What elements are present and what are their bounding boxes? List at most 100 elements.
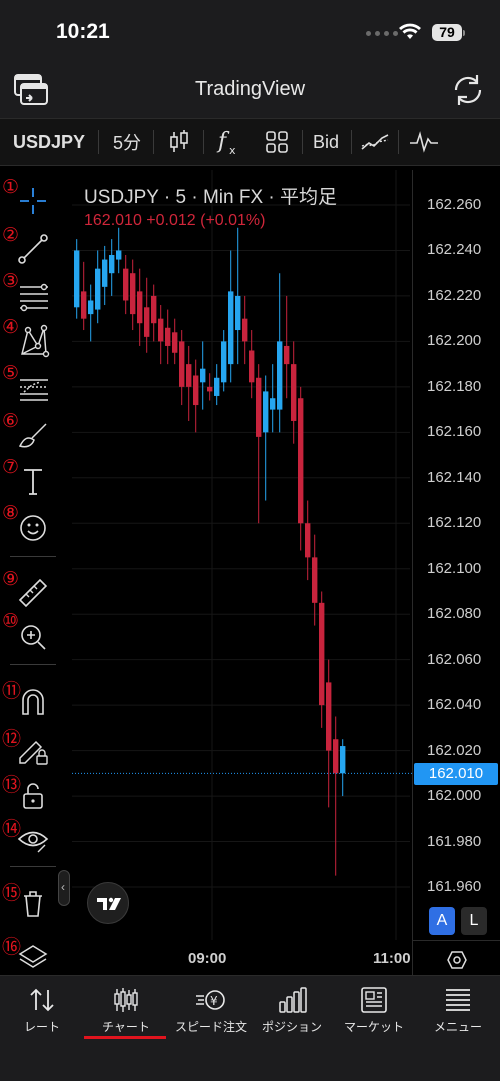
forecast-icon <box>20 379 48 401</box>
drawing-toolbar: ① ② ③ ④ ⑤ ⑥ ⑦ ⑧ ⑨ ⑩ ⑪ ⑫ ⑬ ⑭ ⑮ ⑯ <box>0 166 64 976</box>
tab-rate[interactable]: レート <box>0 986 84 1046</box>
layers-icon <box>18 945 48 968</box>
tab-position[interactable]: ポジション <box>250 986 334 1046</box>
chevron-left-icon: ‹ <box>61 880 65 894</box>
indicators-button[interactable]: f x <box>208 119 248 165</box>
log-scale-button[interactable]: L <box>461 907 487 935</box>
tool-magnet[interactable]: ⑪ <box>0 678 64 718</box>
price-tick-label: 162.220 <box>427 286 482 304</box>
trend-line-icon <box>18 234 48 264</box>
chart-legend-title: USDJPY · 5 · Min FX · 平均足 <box>84 187 338 208</box>
tab-label: ポジション <box>261 1020 322 1034</box>
price-tick-label: 162.000 <box>427 787 482 805</box>
price-tick-label: 162.160 <box>427 423 482 441</box>
tool-layers[interactable]: ⑯ <box>0 934 64 974</box>
tool-ruler[interactable]: ⑨ <box>0 568 64 610</box>
ruler-icon <box>18 578 48 608</box>
tool-trash[interactable]: ⑮ <box>0 880 64 920</box>
chart-toolbar: USDJPY 5分 f x Bid <box>0 118 500 166</box>
tool-crosshair[interactable]: ① <box>0 176 64 218</box>
lock-drawing-icon <box>19 740 48 765</box>
price-tick-label: 162.040 <box>427 696 482 714</box>
bottom-tab-bar: レート チャート ¥ スピード注文 ポジション マーケット メニュー <box>0 975 500 1081</box>
signal-dots-icon <box>366 31 398 36</box>
indicator-fx-icon: f x <box>216 129 236 157</box>
refresh-icon[interactable] <box>448 70 488 110</box>
indicator-template-button[interactable] <box>404 119 444 165</box>
tool-trend-line[interactable]: ② <box>0 224 64 266</box>
price-tick-label: 162.200 <box>427 332 482 350</box>
chart-candles-icon <box>114 988 138 1012</box>
tab-label: スピード注文 <box>174 1020 247 1034</box>
price-tick-label: 161.960 <box>427 878 482 895</box>
time-label: 09:00 <box>188 950 227 967</box>
compare-button[interactable] <box>356 119 394 165</box>
battery-icon: 79 <box>432 24 462 41</box>
axis-settings-area <box>412 940 500 976</box>
price-tick-label: 162.060 <box>427 650 482 668</box>
interval-button[interactable]: 5分 <box>104 119 150 165</box>
tv-logo-mark <box>97 897 121 910</box>
tool-divider <box>10 664 56 665</box>
pattern-icon <box>21 324 50 358</box>
price-tick-label: 162.080 <box>427 605 482 623</box>
tradingview-logo-icon[interactable] <box>87 882 129 924</box>
speed-order-icon: ¥ <box>196 990 225 1010</box>
tab-label: レート <box>23 1020 60 1034</box>
battery-tip <box>463 30 465 36</box>
active-tab-indicator <box>84 1036 166 1039</box>
chart-type-button[interactable] <box>158 119 200 165</box>
tool-divider <box>10 866 56 867</box>
price-tick-label: 162.100 <box>427 559 482 577</box>
magnet-icon <box>22 689 44 715</box>
svg-text:x: x <box>229 144 236 157</box>
toolbar-collapse-handle[interactable]: ‹ <box>58 870 70 906</box>
current-price-label: 162.010 <box>414 763 498 785</box>
price-tick-label: 162.140 <box>427 468 482 486</box>
text-icon <box>24 469 42 495</box>
tab-label: マーケット <box>343 1020 404 1034</box>
candlestick-icon <box>170 130 188 152</box>
price-tick-label: 162.180 <box>427 377 482 395</box>
zoom-in-icon <box>21 625 46 650</box>
tab-market[interactable]: マーケット <box>332 986 416 1046</box>
tab-speed-order[interactable]: ¥ スピード注文 <box>166 986 256 1046</box>
eye-icon <box>17 831 49 853</box>
menu-lines-icon <box>446 989 470 1011</box>
app-title: TradingView <box>194 78 306 100</box>
tool-text[interactable]: ⑦ <box>0 456 64 498</box>
tool-unlock[interactable]: ⑬ <box>0 772 64 812</box>
svg-text:¥: ¥ <box>210 994 218 1008</box>
tool-forecast[interactable]: ⑤ <box>0 362 64 404</box>
compare-icon <box>361 134 389 150</box>
tool-pattern[interactable]: ④ <box>0 316 64 358</box>
tool-fib[interactable]: ③ <box>0 270 64 312</box>
tab-menu[interactable]: メニュー <box>416 986 500 1046</box>
trash-icon <box>24 891 42 917</box>
price-tick-label: 161.980 <box>427 832 482 850</box>
tool-brush[interactable]: ⑥ <box>0 410 64 452</box>
tab-label: チャート <box>102 1020 150 1034</box>
brush-icon <box>18 423 47 448</box>
symbol-button[interactable]: USDJPY <box>8 119 90 165</box>
price-axis[interactable] <box>412 170 500 940</box>
settings-hexagon-icon[interactable] <box>446 949 468 971</box>
price-type-button[interactable]: Bid <box>306 119 346 165</box>
svg-text:f: f <box>216 129 230 154</box>
layout-grid-icon <box>266 131 288 153</box>
tab-label: メニュー <box>433 1020 482 1034</box>
tool-visibility[interactable]: ⑭ <box>0 816 64 856</box>
news-icon <box>361 987 387 1013</box>
tool-lock-drawing[interactable]: ⑫ <box>0 726 64 766</box>
auto-scale-button[interactable]: A <box>429 907 455 935</box>
tool-divider <box>10 556 56 557</box>
crosshair-icon <box>20 188 46 214</box>
time-label: 11:00 <box>373 950 411 967</box>
layout-button[interactable] <box>256 119 298 165</box>
position-bars-icon <box>279 987 307 1013</box>
pulse-icon <box>410 131 438 153</box>
tool-zoom-in[interactable]: ⑩ <box>0 610 64 652</box>
tool-emoji[interactable]: ⑧ <box>0 502 64 544</box>
unlock-icon <box>23 783 43 809</box>
app-header: TradingView <box>0 62 500 118</box>
